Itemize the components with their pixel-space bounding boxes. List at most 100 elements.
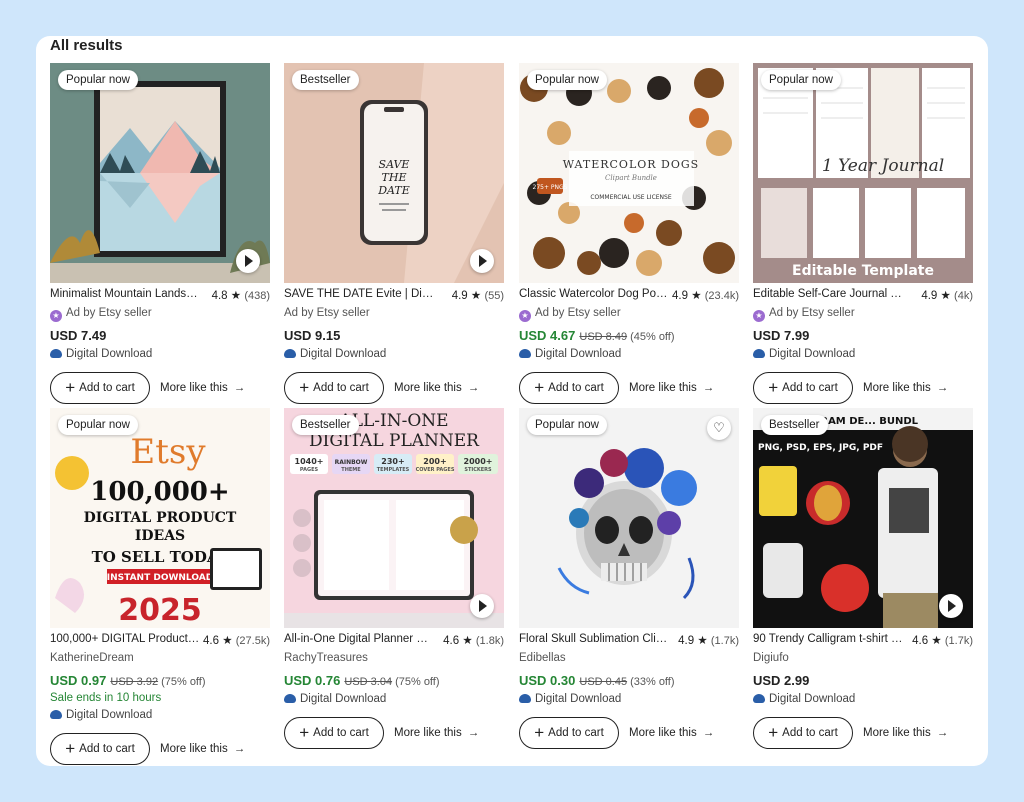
seller-name[interactable]: Ad by Etsy seller xyxy=(535,307,621,319)
product-card[interactable]: SAVE THE DATE Bestseller SAVE THE DATE Ev… xyxy=(284,63,504,404)
product-thumbnail[interactable]: ALLIGRAM DE... BUNDL PNG, PSD, EPS, JPG,… xyxy=(753,408,973,628)
product-title[interactable]: Editable Self-Care Journal Template xyxy=(753,288,903,300)
star-icon: ★ xyxy=(470,290,482,302)
review-count: (4k) xyxy=(954,290,973,302)
play-video-icon[interactable] xyxy=(470,249,494,273)
add-to-cart-button[interactable]: + Add to cart xyxy=(284,372,384,404)
product-badge: Bestseller xyxy=(761,415,828,435)
play-video-icon[interactable] xyxy=(939,594,963,618)
more-like-this-link[interactable]: More like this → xyxy=(629,372,714,404)
svg-text:INSTANT DOWNLOAD: INSTANT DOWNLOAD xyxy=(107,573,213,583)
cloud-download-icon xyxy=(753,694,765,703)
more-like-this-link[interactable]: More like this → xyxy=(160,372,245,404)
more-like-this-link[interactable]: More like this → xyxy=(629,717,714,749)
product-card[interactable]: Etsy 100,000+ DIGITAL PRODUCT IDEAS TO S… xyxy=(50,408,270,765)
product-rating: 4.9 ★ (4k) xyxy=(921,288,973,302)
product-title[interactable]: Floral Skull Sublimation Clipart xyxy=(519,633,669,645)
star-icon: ★ xyxy=(940,290,951,302)
add-to-cart-button[interactable]: + Add to cart xyxy=(753,372,853,404)
more-like-this-link[interactable]: More like this → xyxy=(394,372,479,404)
play-video-icon[interactable] xyxy=(470,594,494,618)
product-thumbnail[interactable]: Popular now xyxy=(50,63,270,283)
product-card[interactable]: ALLIGRAM DE... BUNDL PNG, PSD, EPS, JPG,… xyxy=(753,408,973,749)
arrow-right-icon: → xyxy=(233,743,246,755)
review-count: (1.8k) xyxy=(475,635,504,647)
product-title[interactable]: 100,000+ DIGITAL Product Ideas xyxy=(50,633,200,645)
current-price: USD 0.30 xyxy=(519,673,576,688)
svg-text:1 Year Journal: 1 Year Journal xyxy=(822,156,944,176)
plus-icon: + xyxy=(65,739,76,758)
add-to-cart-button[interactable]: + Add to cart xyxy=(50,733,150,765)
product-card[interactable]: 1 Year Journal Editable Template Popular… xyxy=(753,63,973,404)
ad-icon: ★ xyxy=(519,310,531,322)
current-price: USD 0.97 xyxy=(50,673,107,688)
seller-name[interactable]: Ad by Etsy seller xyxy=(284,307,370,319)
svg-text:COVER PAGES: COVER PAGES xyxy=(416,467,455,473)
product-card[interactable]: ALL-IN-ONE DIGITAL PLANNER 1040+ PAGES RA… xyxy=(284,408,504,749)
more-like-this-link[interactable]: More like this → xyxy=(863,717,948,749)
product-rating: 4.6 ★ (1.7k) xyxy=(912,633,973,647)
product-badge: Popular now xyxy=(58,70,138,90)
product-card[interactable]: WATERCOLOR DOGS Clipart Bundle 275+ PNGS… xyxy=(519,63,739,404)
product-card[interactable]: Popular now ♡ Floral Skull Sublimation Cli… xyxy=(519,408,739,749)
product-rating: 4.6 ★ (27.5k) xyxy=(203,633,270,647)
seller-name[interactable]: KatherineDream xyxy=(50,652,134,664)
more-like-this-link[interactable]: More like this → xyxy=(394,717,479,749)
arrow-right-icon: → xyxy=(702,382,715,394)
more-like-this-link[interactable]: More like this → xyxy=(160,733,245,765)
rating-value: 4.9 xyxy=(451,290,468,302)
price-line: USD 4.67 USD 8.49 (45% off) xyxy=(519,327,739,345)
add-to-cart-button[interactable]: + Add to cart xyxy=(519,372,619,404)
product-title[interactable]: Minimalist Mountain Landscape Print xyxy=(50,288,200,300)
watercolor-dogs-image: WATERCOLOR DOGS Clipart Bundle 275+ PNGS… xyxy=(519,63,739,283)
product-rating: 4.8 ★ (438) xyxy=(212,288,270,302)
cloud-download-icon xyxy=(50,349,62,358)
star-icon: ★ xyxy=(222,635,233,647)
add-to-cart-button[interactable]: + Add to cart xyxy=(519,717,619,749)
product-title[interactable]: All-in-One Digital Planner 2025 xyxy=(284,633,434,645)
add-to-cart-button[interactable]: + Add to cart xyxy=(50,372,150,404)
rating-value: 4.8 xyxy=(211,290,228,302)
add-to-cart-button[interactable]: + Add to cart xyxy=(753,717,853,749)
discount-percent: (45% off) xyxy=(630,331,675,343)
digital-download-label: Digital Download xyxy=(50,706,270,724)
product-thumbnail[interactable]: 1 Year Journal Editable Template Popular… xyxy=(753,63,973,283)
svg-text:DATE: DATE xyxy=(377,184,410,197)
product-thumbnail[interactable]: WATERCOLOR DOGS Clipart Bundle 275+ PNGS… xyxy=(519,63,739,283)
product-badge: Bestseller xyxy=(292,415,359,435)
original-price: USD 3.04 xyxy=(344,676,393,688)
current-price: USD 7.49 xyxy=(50,328,107,343)
add-to-cart-button[interactable]: + Add to cart xyxy=(284,717,384,749)
seller-name[interactable]: RachyTreasures xyxy=(284,652,368,664)
review-count: (27.5k) xyxy=(235,635,270,647)
svg-text:RAINBOW: RAINBOW xyxy=(335,459,368,466)
product-thumbnail[interactable]: SAVE THE DATE Bestseller xyxy=(284,63,504,283)
product-title[interactable]: 90 Trendy Calligram t-shirt designs xyxy=(753,633,903,645)
seller-name[interactable]: Digiufo xyxy=(753,652,789,664)
review-count: (438) xyxy=(244,290,270,302)
product-thumbnail[interactable]: ALL-IN-ONE DIGITAL PLANNER 1040+ PAGES RA… xyxy=(284,408,504,628)
svg-text:TEMPLATES: TEMPLATES xyxy=(377,467,410,473)
product-thumbnail[interactable]: Etsy 100,000+ DIGITAL PRODUCT IDEAS TO S… xyxy=(50,408,270,628)
seller-name[interactable]: Ad by Etsy seller xyxy=(769,307,855,319)
svg-text:DIGITAL PRODUCT: DIGITAL PRODUCT xyxy=(84,510,237,526)
arrow-right-icon: → xyxy=(702,727,715,739)
seller-line: KatherineDream xyxy=(50,651,270,666)
seller-name[interactable]: Edibellas xyxy=(519,652,566,664)
seller-line: Ad by Etsy seller xyxy=(284,306,504,321)
product-thumbnail[interactable]: Popular now ♡ xyxy=(519,408,739,628)
review-count: (55) xyxy=(484,290,504,302)
digital-download-label: Digital Download xyxy=(519,345,739,363)
plus-icon: + xyxy=(299,723,310,742)
product-title[interactable]: SAVE THE DATE Evite | Digital Invitation xyxy=(284,288,434,300)
rating-value: 4.6 xyxy=(443,635,460,647)
product-title[interactable]: Classic Watercolor Dog Portraits Clipart xyxy=(519,288,669,300)
more-like-this-link[interactable]: More like this → xyxy=(863,372,948,404)
svg-text:COMMERCIAL USE LICENSE: COMMERCIAL USE LICENSE xyxy=(590,194,672,201)
play-video-icon[interactable] xyxy=(236,249,260,273)
product-badge: Popular now xyxy=(527,415,607,435)
seller-name[interactable]: Ad by Etsy seller xyxy=(66,307,152,319)
seller-line: RachyTreasures xyxy=(284,651,504,666)
product-card[interactable]: Popular now Minimalist Mountain Landscape… xyxy=(50,63,270,404)
heart-icon[interactable]: ♡ xyxy=(707,416,731,440)
